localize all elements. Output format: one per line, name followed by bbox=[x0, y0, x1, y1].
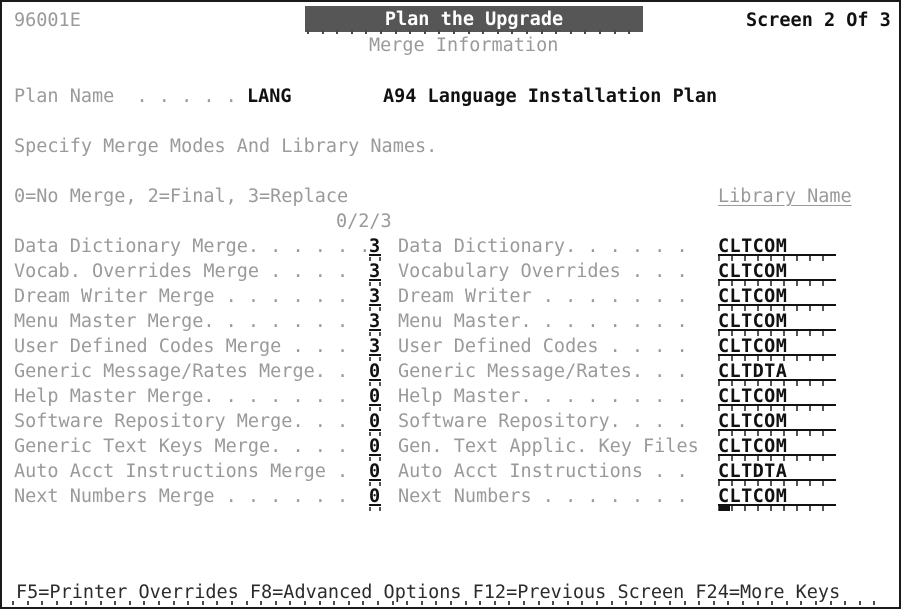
merge-row: Generic Message/Rates Merge. . 0 Generic M… bbox=[2, 359, 899, 386]
merge-row-label: Generic Message/Rates Merge. . bbox=[14, 361, 349, 382]
screen-id-label: 96001E bbox=[14, 10, 81, 31]
merge-mode-field-underline bbox=[369, 504, 381, 506]
merge-row: Software Repository Merge. . . 0 Software … bbox=[2, 409, 899, 436]
merge-row-label: User Defined Codes Merge . . . bbox=[14, 336, 349, 357]
merge-row-label: Dream Writer Merge . . . . . . bbox=[14, 286, 349, 307]
merge-row-file-label: Auto Acct Instructions . . bbox=[398, 461, 688, 482]
page-title: Plan the Upgrade bbox=[384, 9, 564, 30]
plan-description: A94 Language Installation Plan bbox=[383, 86, 718, 107]
merge-row-file-label: Software Repository. . . . bbox=[398, 411, 688, 432]
merge-row-file-label: Generic Message/Rates. . . bbox=[398, 361, 688, 382]
merge-mode-field-underline bbox=[369, 479, 381, 481]
merge-row-label: Software Repository Merge. . . bbox=[14, 411, 349, 432]
merge-row-label: Menu Master Merge. . . . . . . bbox=[14, 311, 349, 332]
merge-mode-field-underline bbox=[369, 454, 381, 456]
merge-mode-field-underline bbox=[369, 254, 381, 256]
merge-row-label: Generic Text Keys Merge. . . . bbox=[14, 436, 349, 457]
merge-row: Auto Acct Instructions Merge . 0 Auto Acct… bbox=[2, 459, 899, 486]
merge-mode-legend-values: 0/2/3 bbox=[336, 211, 392, 232]
merge-row-file-label: Help Master. . . . . . . . bbox=[398, 386, 688, 407]
merge-mode-field-underline bbox=[369, 329, 381, 331]
plan-name-value: LANG bbox=[247, 86, 292, 107]
merge-row-label: Help Master Merge. . . . . . . bbox=[14, 386, 349, 407]
merge-row-file-label: Data Dictionary. . . . . . bbox=[398, 236, 688, 257]
merge-row: Menu Master Merge. . . . . . . 3 Menu Mast… bbox=[2, 309, 899, 336]
merge-mode-field-underline bbox=[369, 304, 381, 306]
function-keys-ticks bbox=[10, 601, 894, 605]
merge-row: Next Numbers Merge . . . . . . 0 Next Numb… bbox=[2, 484, 899, 511]
merge-row-file-label: User Defined Codes . . . . bbox=[398, 336, 688, 357]
merge-row: Vocab. Overrides Merge . . . . 3 Vocabular… bbox=[2, 259, 899, 286]
merge-mode-field-tick bbox=[369, 507, 381, 511]
merge-row-file-label: Vocabulary Overrides . . . bbox=[398, 261, 688, 282]
merge-row: Data Dictionary Merge. . . . . . 3 Data Di… bbox=[2, 234, 899, 261]
merge-row: Help Master Merge. . . . . . . 0 Help Mast… bbox=[2, 384, 899, 411]
merge-row-label: Auto Acct Instructions Merge . bbox=[14, 461, 349, 482]
merge-row-label: Next Numbers Merge . . . . . . bbox=[14, 486, 349, 507]
merge-row: Dream Writer Merge . . . . . . 3 Dream Wri… bbox=[2, 284, 899, 311]
merge-mode-field-underline bbox=[369, 379, 381, 381]
merge-row-file-label: Dream Writer . . . . . . . bbox=[398, 286, 688, 307]
text-cursor bbox=[719, 506, 730, 511]
merge-mode-field-underline bbox=[369, 279, 381, 281]
terminal-screen: 96001E Plan the Upgrade Merge Informatio… bbox=[0, 0, 901, 609]
merge-rows-container: Data Dictionary Merge. . . . . . 3 Data Di… bbox=[2, 234, 899, 511]
plan-name-label: Plan Name . . . . . . bbox=[14, 86, 260, 107]
screen-counter: Screen 2 Of 3 bbox=[746, 10, 891, 31]
merge-mode-legend: 0=No Merge, 2=Final, 3=Replace bbox=[14, 186, 349, 207]
merge-row-label: Vocab. Overrides Merge . . . . bbox=[14, 261, 349, 282]
page-subtitle: Merge Information bbox=[369, 35, 559, 56]
merge-row: User Defined Codes Merge . . . 3 User Defi… bbox=[2, 334, 899, 361]
merge-mode-field-underline bbox=[369, 404, 381, 406]
merge-row: Generic Text Keys Merge. . . . 0 Gen. Text… bbox=[2, 434, 899, 461]
merge-row-file-label: Menu Master. . . . . . . . bbox=[398, 311, 688, 332]
merge-mode-field-underline bbox=[369, 429, 381, 431]
library-name-column-header: Library Name bbox=[718, 186, 852, 207]
merge-mode-field-underline bbox=[369, 354, 381, 356]
merge-row-file-label: Next Numbers . . . . . . . bbox=[398, 486, 688, 507]
instruction-text: Specify Merge Modes And Library Names. bbox=[14, 136, 438, 157]
merge-row-file-label: Gen. Text Applic. Key Files bbox=[398, 436, 699, 457]
library-field-ticks bbox=[718, 506, 836, 511]
merge-row-label: Data Dictionary Merge. . . . . . bbox=[14, 236, 371, 257]
